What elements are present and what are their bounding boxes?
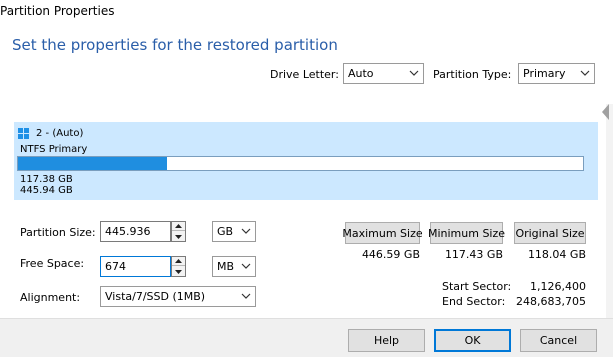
alignment-select[interactable]: Vista/7/SSD (1MB)	[100, 286, 256, 307]
windows-logo-icon	[18, 128, 29, 139]
chevron-down-icon	[241, 293, 251, 299]
spin-up-icon[interactable]	[172, 222, 185, 231]
partition-usage-fill	[18, 157, 167, 170]
window-title: Partition Properties	[0, 4, 115, 18]
cancel-button[interactable]: Cancel	[520, 329, 597, 352]
scrollbar-track[interactable]	[606, 104, 613, 318]
free-space-unit-select[interactable]: MB	[212, 256, 256, 277]
partition-used: 117.38 GB	[20, 174, 73, 185]
start-sector-value: 1,126,400	[530, 280, 586, 293]
drive-letter-select[interactable]: Auto	[343, 63, 424, 84]
end-sector-label: End Sector:	[442, 295, 506, 308]
partition-type-value: Primary	[523, 67, 566, 80]
free-space-unit: MB	[217, 260, 235, 273]
drive-letter-label: Drive Letter:	[270, 68, 339, 81]
chevron-down-icon	[241, 228, 251, 234]
partition-size-unit: GB	[217, 225, 234, 238]
partition-type-select[interactable]: Primary	[518, 63, 595, 84]
partition-total: 445.94 GB	[20, 185, 73, 196]
partition-type-label: Partition Type:	[433, 68, 512, 81]
partition-size-input[interactable]: 445.936	[100, 221, 171, 242]
alignment-value: Vista/7/SSD (1MB)	[105, 290, 206, 303]
minimum-size-button[interactable]: Minimum Size	[428, 222, 505, 244]
chevron-down-icon	[409, 70, 419, 76]
chevron-down-icon	[580, 70, 590, 76]
alignment-label: Alignment:	[20, 291, 81, 304]
free-space-input[interactable]: 674	[100, 256, 171, 277]
page-heading: Set the properties for the restored part…	[12, 36, 338, 54]
partition-usage-bar	[17, 156, 584, 171]
spin-up-icon[interactable]	[172, 257, 185, 266]
end-sector-value: 248,683,705	[516, 295, 586, 308]
maximum-size-value: 446.59 GB	[361, 248, 420, 261]
partition-name: 2 - (Auto)	[36, 128, 84, 139]
spin-down-icon[interactable]	[172, 267, 185, 276]
partition-size-label: Partition Size:	[20, 226, 96, 239]
drive-letter-value: Auto	[348, 67, 374, 80]
partition-size-spinner[interactable]	[171, 221, 186, 242]
partition-fs-type: NTFS Primary	[20, 144, 88, 155]
spin-down-icon[interactable]	[172, 232, 185, 241]
maximum-size-button[interactable]: Maximum Size	[342, 222, 423, 244]
ok-button[interactable]: OK	[434, 329, 511, 352]
chevron-down-icon	[241, 263, 251, 269]
free-space-value: 674	[105, 260, 126, 273]
partition-map-item[interactable]: 2 - (Auto) NTFS Primary 117.38 GB 445.94…	[14, 122, 598, 200]
free-space-spinner[interactable]	[171, 256, 186, 277]
partition-size-unit-select[interactable]: GB	[212, 221, 256, 242]
scroll-left-icon[interactable]	[602, 104, 609, 120]
original-size-value: 118.04 GB	[527, 248, 586, 261]
help-button[interactable]: Help	[348, 329, 425, 352]
free-space-label: Free Space:	[20, 257, 85, 270]
partition-size-value: 445.936	[105, 225, 151, 238]
original-size-button[interactable]: Original Size	[514, 222, 586, 244]
title-bar: Partition Properties	[0, 0, 613, 22]
minimum-size-value: 117.43 GB	[444, 248, 503, 261]
